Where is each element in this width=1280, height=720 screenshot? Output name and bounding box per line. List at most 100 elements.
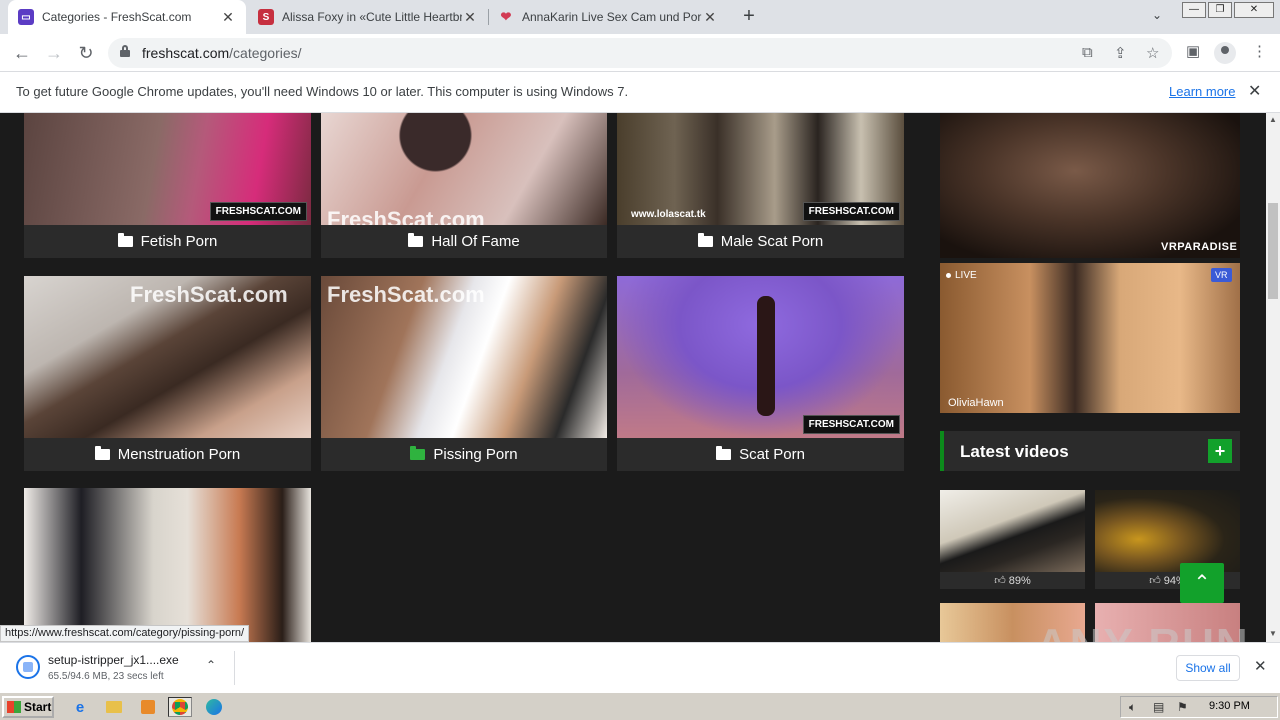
side-panel-icon[interactable]: ▣ <box>1186 42 1200 60</box>
category-thumbnail-menstruation[interactable]: FreshScat.com <box>24 276 311 438</box>
scroll-to-top-button[interactable]: ⌃ <box>1180 563 1224 603</box>
download-filename[interactable]: setup-istripper_jx1....exe <box>48 653 179 667</box>
folder-open-icon <box>410 446 426 460</box>
category-caption-fetish[interactable]: Fetish Porn <box>24 225 311 258</box>
learn-more-link[interactable]: Learn more <box>1169 84 1235 99</box>
video-rating: 👍︎ 89% <box>940 572 1085 589</box>
download-separator <box>234 651 235 685</box>
thumbnail-watermark: FreshScat.com <box>327 207 485 225</box>
tab-categories[interactable]: ▭ Categories - FreshScat.com ✕ <box>8 0 246 34</box>
category-caption-scat[interactable]: Scat Porn <box>617 438 904 471</box>
folder-icon <box>117 233 133 247</box>
profile-avatar[interactable] <box>1214 42 1236 64</box>
lock-icon[interactable] <box>120 45 130 57</box>
tab-title: Alissa Foxy in «Cute Little Heartbrea <box>282 10 462 24</box>
address-url[interactable]: freshscat.com/categories/ <box>142 45 302 61</box>
network-icon[interactable]: ▤ <box>1153 700 1164 714</box>
show-all-button[interactable]: Show all <box>1176 655 1240 681</box>
site-url-watermark: www.lolascat.tk <box>631 209 706 220</box>
ie-icon[interactable]: e <box>68 697 92 717</box>
cast-blocked-icon[interactable]: ⧉ <box>1082 44 1093 61</box>
tab-close-icon[interactable]: ✕ <box>462 9 478 25</box>
new-tab-button[interactable]: + <box>738 5 760 27</box>
explorer-folder-icon[interactable] <box>102 697 126 717</box>
scroll-up-arrow-icon[interactable]: ▲ <box>1269 115 1277 124</box>
category-thumbnail-row3[interactable] <box>24 488 311 642</box>
vr-paradise-logo: VRPARADISE <box>1161 241 1238 253</box>
thumbnail-watermark: FRESHSCAT.COM <box>802 202 900 221</box>
site-favicon-icon: S <box>258 9 274 25</box>
back-arrow-icon[interactable]: ← <box>10 41 34 65</box>
tab-strip: ▭ Categories - FreshScat.com ✕ S Alissa … <box>0 0 1280 34</box>
category-thumbnail-male-scat[interactable]: www.lolascat.tk FRESHSCAT.COM <box>617 113 904 225</box>
window-controls: — ❐ ✕ <box>1182 2 1274 18</box>
category-thumbnail-fetish[interactable]: FRESHSCAT.COM <box>24 113 311 225</box>
tab-title: Categories - FreshScat.com <box>42 10 192 24</box>
download-progress-text: 65.5/94.6 MB, 23 secs left <box>48 671 164 682</box>
status-url-bubble: https://www.freshscat.com/category/pissi… <box>0 625 250 642</box>
tab-close-icon[interactable]: ✕ <box>702 9 718 25</box>
start-button[interactable]: Start <box>2 696 54 718</box>
category-caption-hall-of-fame[interactable]: Hall Of Fame <box>321 225 607 258</box>
windows-logo-icon <box>7 701 21 713</box>
thumbs-up-icon: 👍︎ <box>994 575 1006 587</box>
category-thumbnail-pissing[interactable]: FreshScat.com <box>321 276 607 438</box>
live-indicator: LIVE <box>946 270 977 281</box>
latest-video-thumbnail[interactable] <box>940 490 1085 572</box>
folder-icon <box>94 446 110 460</box>
tab-alissa-foxy[interactable]: S Alissa Foxy in «Cute Little Heartbrea … <box>248 0 488 34</box>
latest-video-thumbnail[interactable] <box>1095 490 1240 572</box>
clock[interactable]: 9:30 PM <box>1209 700 1250 712</box>
latest-videos-title: Latest videos <box>960 442 1069 461</box>
download-bar-close-icon[interactable]: ✕ <box>1254 657 1267 675</box>
infobar-message: To get future Google Chrome updates, you… <box>16 84 629 99</box>
thumbnail-watermark: FRESHSCAT.COM <box>802 415 900 434</box>
bookmark-star-icon[interactable]: ☆ <box>1146 44 1159 62</box>
latest-videos-header: Latest videos + <box>940 431 1240 471</box>
forward-arrow-icon[interactable]: → <box>42 41 66 65</box>
tab-search-chevron-icon[interactable]: ⌄ <box>1152 8 1162 22</box>
category-caption-menstruation[interactable]: Menstruation Porn <box>24 438 311 471</box>
folder-icon <box>697 233 713 247</box>
chrome-icon[interactable] <box>168 697 192 717</box>
reload-icon[interactable]: ↻ <box>74 41 98 65</box>
media-player-icon[interactable] <box>136 697 160 717</box>
category-thumbnail-hall-of-fame[interactable]: FreshScat.com <box>321 113 607 225</box>
cam-model-name[interactable]: OliviaHawn <box>948 397 1004 409</box>
plus-icon[interactable]: + <box>1208 439 1232 463</box>
edge-icon[interactable] <box>202 697 226 717</box>
minimize-button[interactable]: — <box>1182 2 1206 18</box>
page-scrollbar[interactable]: ▲ ▼ <box>1266 113 1280 642</box>
site-favicon-icon: ▭ <box>18 9 34 25</box>
vr-paradise-ad[interactable] <box>940 113 1240 258</box>
live-cam-ad[interactable] <box>940 263 1240 413</box>
infobar-close-icon[interactable]: ✕ <box>1248 81 1261 101</box>
category-caption-male-scat[interactable]: Male Scat Porn <box>617 225 904 258</box>
windows-taskbar: Start e 🔈︎ ▤ ⚑ 9:30 PM <box>0 692 1280 720</box>
chevron-up-icon[interactable]: ⌃ <box>206 658 216 672</box>
system-tray: 🔈︎ ▤ ⚑ 9:30 PM <box>1120 696 1278 718</box>
tab-close-icon[interactable]: ✕ <box>220 9 236 25</box>
volume-icon[interactable]: 🔈︎ <box>1129 700 1136 715</box>
address-bar[interactable]: freshscat.com/categories/ ⧉ ⇪ ☆ <box>108 38 1172 68</box>
menu-kebab-icon[interactable]: ⋮ <box>1252 42 1267 60</box>
thumbnail-watermark: FreshScat.com <box>130 282 288 307</box>
thumbs-up-icon: 👍︎ <box>1149 575 1161 587</box>
download-progress-icon[interactable] <box>16 655 40 679</box>
folder-icon <box>408 233 424 247</box>
flag-icon[interactable]: ⚑ <box>1177 700 1188 714</box>
category-caption-pissing[interactable]: Pissing Porn <box>321 438 607 471</box>
category-thumbnail-scat[interactable]: FRESHSCAT.COM <box>617 276 904 438</box>
vr-badge: VR <box>1211 268 1232 282</box>
share-icon[interactable]: ⇪ <box>1114 44 1127 62</box>
download-bar: setup-istripper_jx1....exe 65.5/94.6 MB,… <box>0 642 1280 692</box>
thumbnail-watermark: FRESHSCAT.COM <box>209 202 307 221</box>
scrollbar-thumb[interactable] <box>1268 203 1278 299</box>
tab-annakarin[interactable]: ❤ AnnaKarin Live Sex Cam und Porno C ✕ <box>488 0 728 34</box>
folder-icon <box>716 446 732 460</box>
thumbnail-figure <box>757 296 775 416</box>
close-window-button[interactable]: ✕ <box>1234 2 1274 18</box>
thumbnail-watermark: FreshScat.com <box>327 282 485 307</box>
scroll-down-arrow-icon[interactable]: ▼ <box>1269 629 1277 638</box>
restore-button[interactable]: ❐ <box>1208 2 1232 18</box>
